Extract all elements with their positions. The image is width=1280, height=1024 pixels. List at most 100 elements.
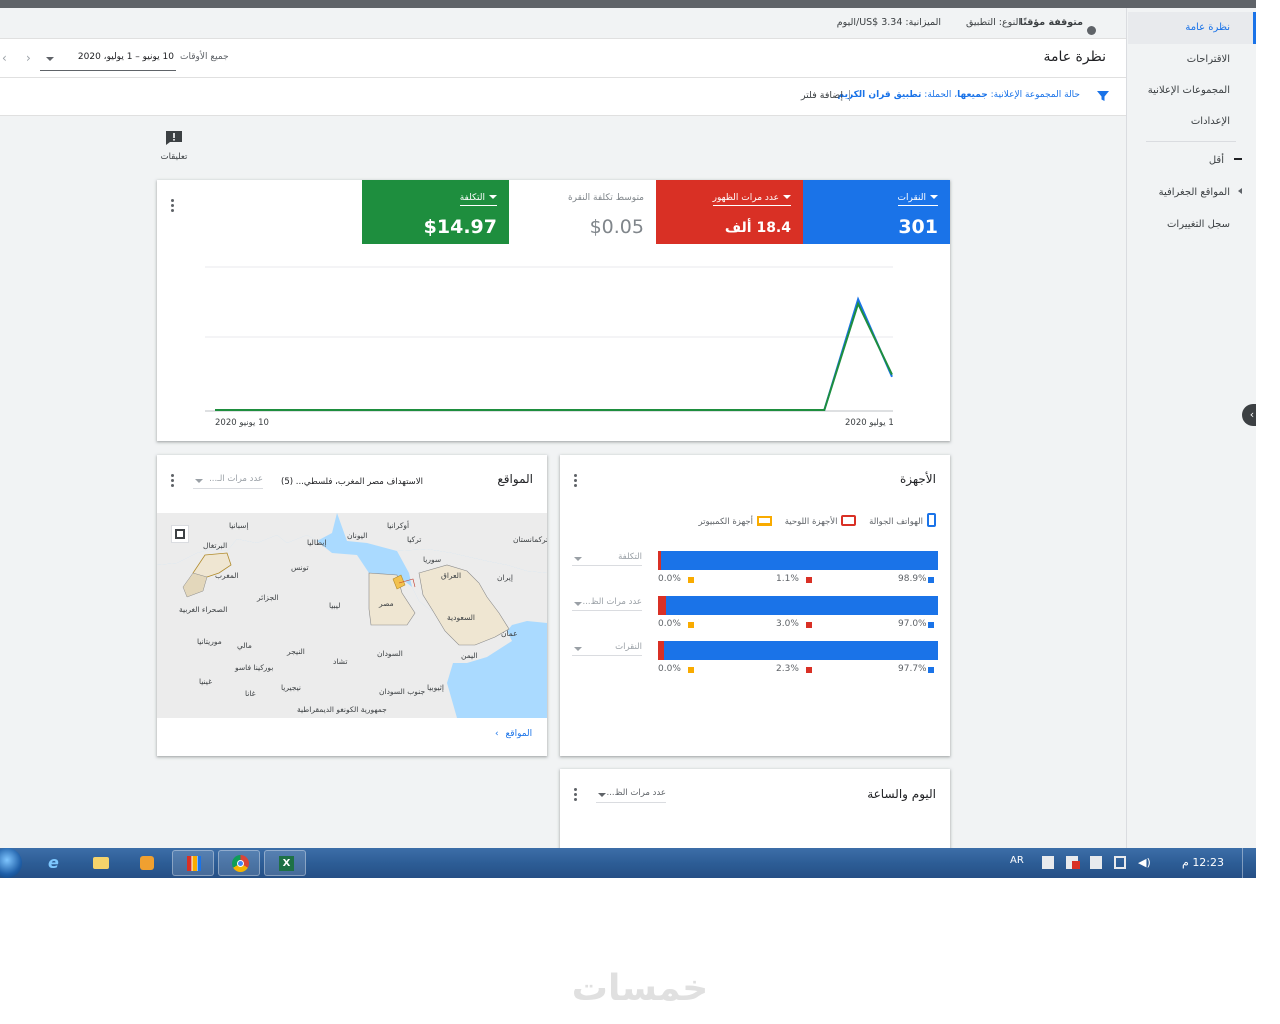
legend-mobile: الهواتف الجوالة	[869, 513, 936, 527]
map-country-label: إثيوبيا	[427, 683, 444, 692]
more-options-icon[interactable]	[574, 788, 578, 802]
performance-line-chart	[205, 266, 893, 412]
status-budget: الميزانية: US$ 3.34/اليوم	[836, 17, 941, 28]
more-options-icon[interactable]	[171, 199, 175, 213]
map-country-label: جمهورية الكونغو الديمقراطية	[297, 705, 387, 714]
device-color-marker	[688, 577, 694, 583]
caret-down-icon	[598, 793, 606, 797]
metric-clicks[interactable]: النقرات 301	[803, 180, 950, 244]
sidebar-item-recommendations[interactable]: الاقتراحات	[1128, 44, 1256, 76]
metric-clicks-text: النقرات	[897, 193, 926, 203]
browser-top-strip	[0, 0, 1256, 8]
sidebar-item-settings[interactable]: الإعدادات	[1128, 106, 1256, 138]
status-paused: متوقفة مؤقتًا	[1020, 17, 1096, 35]
device-share-value: 1.1%	[776, 574, 799, 584]
start-button[interactable]	[0, 848, 22, 878]
taskbar-language[interactable]: AR	[1010, 855, 1024, 866]
date-range-picker[interactable]: 10 يونيو – 1 يوليو، 2020	[40, 47, 176, 71]
device-share-value: 3.0%	[776, 619, 799, 629]
laptop-icon	[757, 516, 772, 526]
map-country-label: إسبانيا	[229, 521, 249, 530]
active-filter-chip[interactable]: حالة المجموعة الإعلانية: جميعها، الحملة:…	[838, 90, 1080, 100]
filter-icon[interactable]	[1096, 89, 1110, 103]
windows-taskbar: e X AR ◀) 12:23 م	[0, 848, 1256, 878]
prev-period-button[interactable]: ‹	[2, 51, 7, 65]
sidebar-item-ad-groups[interactable]: المجموعات الإعلانية	[1128, 75, 1256, 107]
metric-cost-text: التكلفة	[459, 193, 485, 203]
map-country-label: مصر	[379, 599, 394, 608]
x-axis-start-label: 10 يونيو 2020	[215, 418, 269, 428]
taskbar-excel[interactable]: X	[264, 850, 306, 876]
locations-card: المواقع عدد مرات الـ... الاستهداف مصر ال…	[157, 455, 547, 756]
add-filter-button[interactable]: إضافة فلتر	[801, 90, 850, 101]
metric-impressions[interactable]: عدد مرات الظهور 18.4 ألف	[656, 180, 803, 244]
locations-metric-value: عدد مرات الـ...	[209, 474, 263, 484]
network-icon[interactable]	[1114, 856, 1126, 869]
device-share-value: 0.0%	[658, 619, 681, 629]
metric-avg-cpc[interactable]: متوسط تكلفة النقرة $0.05	[509, 180, 656, 244]
taskbar-media[interactable]	[126, 850, 168, 876]
sidebar-item-less[interactable]: أقل	[1128, 145, 1256, 177]
metric-avg-cpc-label: متوسط تكلفة النقرة	[567, 193, 644, 203]
map-country-label: غانا	[245, 689, 256, 698]
day-hour-card: اليوم والساعة عدد مرات الظ...	[560, 769, 950, 848]
caret-down-icon	[783, 195, 791, 199]
feedback-button[interactable]: تعليقات	[156, 130, 192, 166]
metric-impressions-label: عدد مرات الظهور	[712, 193, 791, 206]
map-country-label: النيجر	[287, 647, 305, 656]
volume-icon[interactable]: ◀)	[1138, 857, 1151, 868]
map-country-label: سوريا	[423, 555, 442, 564]
update-icon[interactable]	[1090, 856, 1102, 869]
sidebar-item-less-label: أقل	[1208, 155, 1224, 166]
device-metric-select[interactable]: التكلفة	[572, 551, 642, 566]
device-color-marker	[806, 667, 812, 673]
collapse-icon	[1234, 158, 1242, 160]
targeting-summary: الاستهداف مصر المغرب، فلسطي... (5)	[281, 477, 423, 487]
locations-metric-select[interactable]: عدد مرات الـ...	[193, 473, 263, 489]
device-color-marker	[688, 667, 694, 673]
device-stacked-bar	[658, 641, 938, 660]
caret-down-icon	[574, 647, 582, 651]
more-options-icon[interactable]	[171, 474, 175, 488]
taskbar-explorer[interactable]	[80, 850, 122, 876]
metric-avg-cpc-value: $0.05	[589, 216, 644, 238]
caret-down-icon	[46, 57, 54, 61]
map-country-label: عمان	[501, 629, 518, 638]
show-desktop-button[interactable]	[1242, 848, 1256, 878]
more-options-icon[interactable]	[574, 474, 578, 488]
taskbar-ie[interactable]: e	[34, 850, 76, 876]
locations-link[interactable]: المواقع ›	[495, 729, 532, 739]
map-country-label: أوكرانيا	[387, 521, 410, 530]
metric-cost[interactable]: التكلفة $14.97	[362, 180, 509, 244]
device-color-marker	[688, 622, 694, 628]
metric-impressions-value: 18.4 ألف	[724, 220, 791, 236]
device-metric-select[interactable]: النقرات	[572, 641, 642, 656]
metric-clicks-label: النقرات	[897, 193, 938, 206]
metric-cost-label: التكلفة	[459, 193, 497, 206]
legend-mobile-label: الهواتف الجوالة	[869, 517, 923, 527]
next-period-button[interactable]: ›	[26, 51, 31, 65]
taskbar-chrome[interactable]	[218, 850, 260, 876]
tray-icons: ◀)	[1040, 856, 1155, 870]
filter-status: جميعها	[957, 90, 988, 100]
caret-down-icon	[574, 602, 582, 606]
internet-explorer-icon: e	[48, 853, 59, 872]
taskbar-clock[interactable]: 12:23 م	[1182, 856, 1224, 869]
chart-series-line-2	[215, 300, 893, 411]
map-country-label: تركيا	[407, 535, 422, 544]
status-type: النوع: التطبيق	[965, 17, 1021, 28]
action-center-icon[interactable]	[1042, 856, 1054, 869]
device-share-value: 0.0%	[658, 664, 681, 674]
map-country-label: إيطاليا	[307, 538, 327, 547]
device-share-value: 98.9%	[898, 574, 927, 584]
taskbar-app-chart[interactable]	[172, 850, 214, 876]
device-share-value: 0.0%	[658, 574, 681, 584]
sidebar-item-change-history[interactable]: سجل التغييرات	[1128, 209, 1256, 241]
device-metric-select[interactable]: عدد مرات الظ...	[572, 596, 642, 611]
sidebar-item-overview[interactable]: نظرة عامة	[1128, 12, 1256, 44]
sidebar-item-locations[interactable]: المواقع الجغرافية	[1128, 177, 1256, 209]
chart-app-icon	[187, 856, 201, 871]
feedback-label: تعليقات	[160, 152, 188, 162]
tablet-icon	[841, 515, 857, 526]
day-hour-metric-select[interactable]: عدد مرات الظ...	[596, 787, 666, 803]
